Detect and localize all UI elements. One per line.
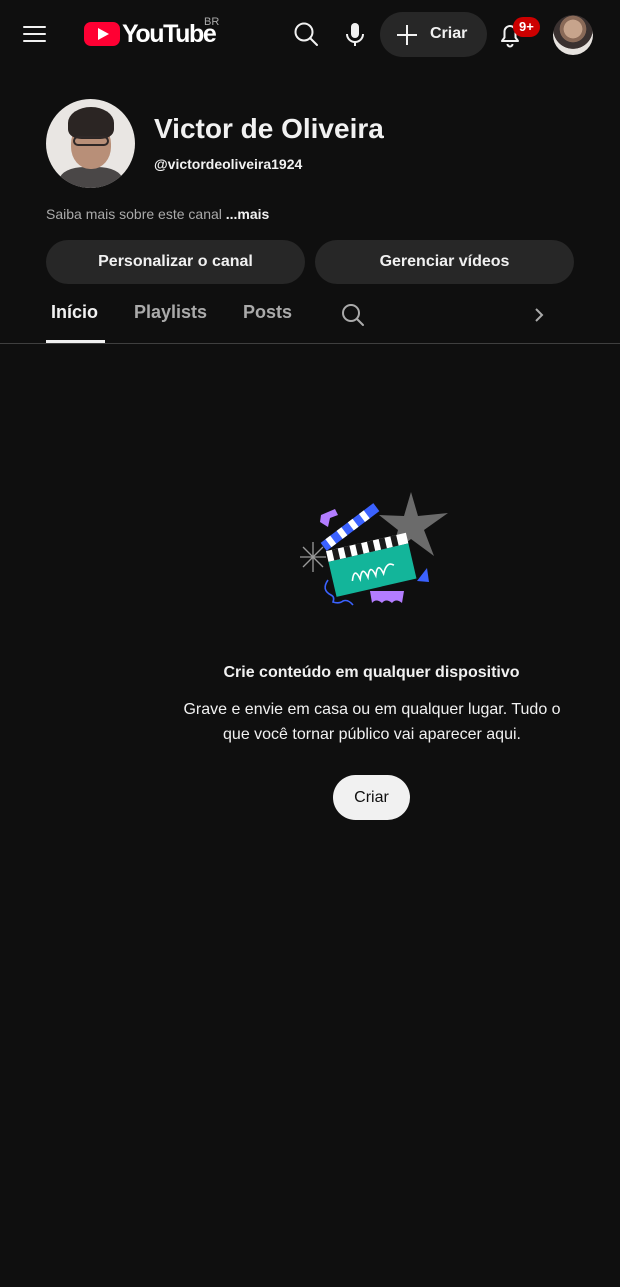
channel-handle: @victordeoliveira1924 — [154, 156, 303, 172]
channel-search-icon[interactable] — [338, 300, 368, 330]
empty-state-title: Crie conteúdo em qualquer dispositivo — [223, 664, 520, 681]
youtube-play-icon — [84, 22, 120, 46]
account-avatar[interactable] — [553, 15, 593, 55]
logo-text: YouTube — [122, 20, 217, 48]
microphone-icon[interactable] — [335, 14, 375, 54]
notification-badge: 9+ — [513, 17, 540, 37]
channel-tabs: Início Playlists Posts — [0, 290, 620, 344]
tab-playlists[interactable]: Playlists — [134, 302, 207, 323]
manage-videos-button[interactable]: Gerenciar vídeos — [315, 240, 574, 284]
tab-posts[interactable]: Posts — [243, 302, 292, 323]
customize-channel-button[interactable]: Personalizar o canal — [46, 240, 305, 284]
channel-about-link[interactable]: Saiba mais sobre este canal ...mais — [46, 206, 269, 222]
channel-about-more: ...mais — [225, 206, 270, 222]
channel-about-text: Saiba mais sobre este canal — [46, 206, 226, 222]
logo-country-code: BR — [204, 16, 220, 28]
top-bar: YouTube BR Criar 9+ — [0, 0, 620, 68]
channel-name: Victor de Oliveira — [154, 113, 384, 144]
create-button[interactable]: Criar — [380, 12, 487, 57]
tab-inicio[interactable]: Início — [51, 302, 98, 323]
empty-state-create-button[interactable]: Criar — [333, 775, 410, 820]
clapperboard-illustration — [300, 492, 448, 606]
search-icon[interactable] — [286, 14, 326, 54]
chevron-right-icon[interactable] — [527, 300, 553, 330]
active-tab-indicator — [46, 340, 105, 343]
empty-state-description: Grave e envie em casa ou em qualquer lug… — [183, 701, 561, 743]
menu-icon[interactable] — [12, 12, 56, 56]
plus-icon — [397, 25, 417, 45]
channel-avatar[interactable] — [46, 99, 135, 188]
create-button-label: Criar — [430, 25, 468, 42]
